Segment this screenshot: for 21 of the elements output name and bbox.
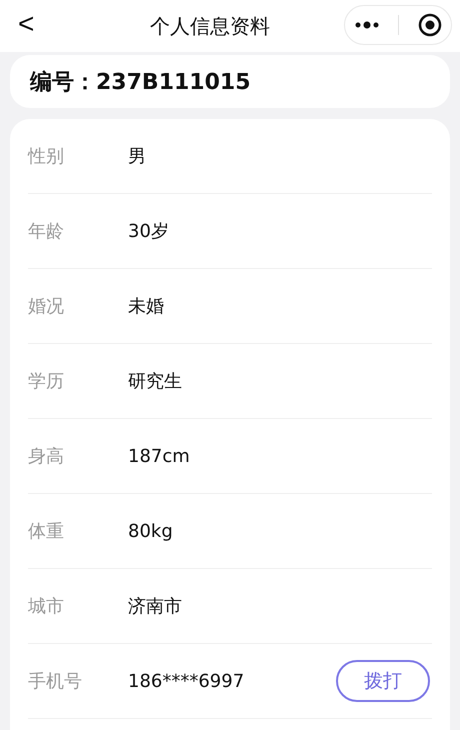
- field-value: 研究生: [128, 370, 183, 393]
- field-label: 学历: [28, 370, 65, 393]
- field-label: 年龄: [28, 220, 65, 243]
- field-value: 未婚: [128, 295, 165, 318]
- back-button[interactable]: <: [18, 8, 34, 40]
- call-button[interactable]: 拨打: [336, 660, 430, 702]
- field-label: 手机号: [28, 670, 83, 693]
- field-value: 30岁: [128, 220, 170, 243]
- field-label: 城市: [28, 595, 65, 618]
- more-icon[interactable]: [354, 21, 378, 29]
- id-text: 编号：237B111015: [30, 68, 251, 96]
- field-value: 186****6997: [128, 670, 246, 692]
- field-label: 婚况: [28, 295, 65, 318]
- field-label: 体重: [28, 520, 65, 543]
- page-title: 个人信息资料: [150, 12, 270, 40]
- field-value: 187cm: [128, 446, 191, 466]
- field-label: 身高: [28, 445, 65, 468]
- field-value: 济南市: [128, 595, 183, 618]
- field-value: 80kg: [128, 520, 174, 542]
- field-value: 男: [128, 145, 147, 168]
- field-label: 性别: [28, 145, 65, 168]
